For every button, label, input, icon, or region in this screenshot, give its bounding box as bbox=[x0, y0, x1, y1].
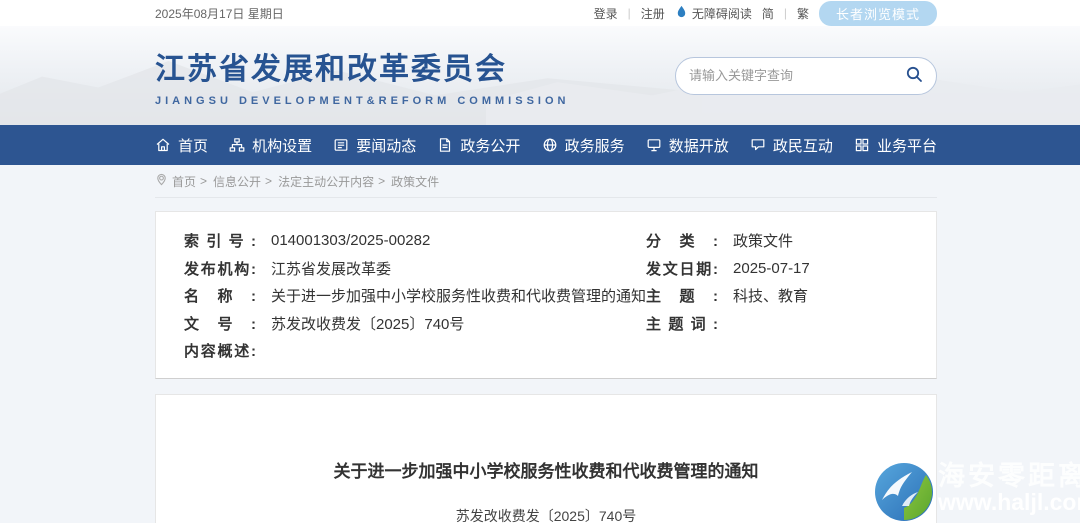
meta-label: 名称: bbox=[184, 288, 256, 306]
meta-row-category: 分类: 政策文件 bbox=[646, 227, 938, 255]
meta-value: 关于进一步加强中小学校服务性收费和代收费管理的通知 bbox=[271, 288, 647, 306]
search-icon bbox=[905, 65, 923, 86]
meta-row-agency: 发布机构: 江苏省发展改革委 bbox=[184, 255, 646, 283]
meta-label: 分类: bbox=[646, 233, 719, 251]
nav-item-data[interactable]: 数据开放 bbox=[646, 135, 729, 156]
nav-item-service[interactable]: 政务服务 bbox=[542, 135, 625, 156]
document-meta-card: 索引号: 014001303/2025-00282 发布机构: 江苏省发展改革委… bbox=[155, 211, 937, 379]
site-logo[interactable]: 江苏省发展和改革委员会 JIANGSU DEVELOPMENT&REFORM C… bbox=[155, 44, 569, 107]
meta-row-index: 索引号: 014001303/2025-00282 bbox=[184, 227, 646, 255]
meta-row-title: 名称: 关于进一步加强中小学校服务性收费和代收费管理的通知 bbox=[184, 282, 646, 310]
nav-label: 政民互动 bbox=[772, 137, 833, 155]
nav-label: 业务平台 bbox=[876, 137, 937, 155]
news-icon bbox=[333, 137, 349, 153]
meta-row-keywords: 主题词: bbox=[646, 310, 938, 338]
elder-mode-button[interactable]: 长者浏览模式 bbox=[818, 0, 937, 26]
simplified-link[interactable]: 简 bbox=[762, 5, 774, 22]
search-button[interactable] bbox=[905, 65, 923, 86]
nav-label: 要闻动态 bbox=[356, 137, 417, 155]
nav-label: 政务服务 bbox=[564, 137, 625, 155]
watermark-name: 海安零距离 bbox=[938, 461, 1080, 491]
nav-label: 机构设置 bbox=[252, 137, 313, 155]
breadcrumb-item-home[interactable]: 首页 bbox=[172, 173, 196, 190]
main-nav: 首页 机构设置 要闻动态 政务公开 政务服务 数据开放 政民互动 业务平台 bbox=[0, 125, 1080, 165]
traditional-link[interactable]: 繁 bbox=[797, 5, 809, 22]
meta-label: 内容概述: bbox=[184, 343, 256, 361]
site-title: 江苏省发展和改革委员会 bbox=[155, 53, 507, 86]
nav-label: 首页 bbox=[178, 137, 209, 155]
meta-value: 科技、教育 bbox=[733, 288, 809, 306]
top-utility-bar: 2025年08月17日 星期日 登录 | 注册 无障碍阅读 简 | 繁 长者浏览… bbox=[0, 0, 1080, 26]
nav-item-disclosure[interactable]: 政务公开 bbox=[437, 135, 520, 156]
nav-item-interaction[interactable]: 政民互动 bbox=[750, 135, 833, 156]
home-icon bbox=[155, 137, 171, 153]
nav-label: 数据开放 bbox=[668, 137, 729, 155]
site-subtitle: JIANGSU DEVELOPMENT&REFORM COMMISSION bbox=[155, 95, 570, 107]
meta-label: 发布机构: bbox=[184, 260, 256, 278]
nav-item-home[interactable]: 首页 bbox=[155, 135, 208, 156]
breadcrumb: 首页 > 信息公开 > 法定主动公开内容 > 政策文件 bbox=[155, 165, 937, 198]
meta-label: 索引号: bbox=[184, 233, 256, 251]
nav-item-org[interactable]: 机构设置 bbox=[229, 135, 312, 156]
accessibility-label: 无障碍阅读 bbox=[691, 6, 752, 21]
accessibility-icon bbox=[675, 5, 688, 21]
meta-row-subject: 主题: 科技、教育 bbox=[646, 282, 938, 310]
login-link[interactable]: 登录 bbox=[594, 5, 618, 22]
meta-value: 政策文件 bbox=[733, 233, 794, 251]
meta-label: 主题词: bbox=[646, 315, 719, 333]
globe-icon bbox=[542, 137, 558, 153]
breadcrumb-item-policy[interactable]: 政策文件 bbox=[391, 173, 439, 190]
breadcrumb-item-info[interactable]: 信息公开 bbox=[213, 173, 261, 190]
location-icon bbox=[155, 173, 168, 189]
breadcrumb-item-legal[interactable]: 法定主动公开内容 bbox=[278, 173, 374, 190]
accessibility-link[interactable]: 无障碍阅读 bbox=[675, 5, 752, 22]
search-input[interactable] bbox=[689, 68, 905, 83]
meta-value: 014001303/2025-00282 bbox=[271, 232, 431, 250]
meta-value: 苏发改收费发〔2025〕740号 bbox=[271, 315, 465, 333]
article-title: 关于进一步加强中小学校服务性收费和代收费管理的通知 bbox=[333, 461, 759, 481]
grid-icon bbox=[854, 137, 870, 153]
nav-item-platform[interactable]: 业务平台 bbox=[854, 135, 937, 156]
separator: | bbox=[783, 6, 787, 20]
current-date: 2025年08月17日 星期日 bbox=[155, 6, 284, 21]
document-icon bbox=[437, 137, 453, 153]
article-card: 关于进一步加强中小学校服务性收费和代收费管理的通知 苏发改收费发〔2025〕74… bbox=[155, 393, 937, 523]
breadcrumb-separator: > bbox=[265, 174, 273, 188]
register-link[interactable]: 注册 bbox=[641, 5, 665, 22]
nav-item-news[interactable]: 要闻动态 bbox=[333, 135, 416, 156]
meta-row-summary: 内容概述: bbox=[184, 337, 646, 365]
meta-label: 发文日期: bbox=[646, 260, 719, 278]
separator: | bbox=[627, 6, 631, 20]
article-doc-number: 苏发改收费发〔2025〕740号 bbox=[455, 507, 637, 523]
meta-row-date: 发文日期: 2025-07-17 bbox=[646, 255, 938, 283]
search-box[interactable] bbox=[675, 56, 937, 95]
meta-label: 主题: bbox=[646, 288, 719, 306]
breadcrumb-separator: > bbox=[378, 174, 386, 188]
chat-icon bbox=[750, 137, 766, 153]
monitor-icon bbox=[646, 137, 662, 153]
meta-row-docnum: 文号: 苏发改收费发〔2025〕740号 bbox=[184, 310, 646, 338]
meta-value: 2025-07-17 bbox=[733, 259, 810, 277]
org-chart-icon bbox=[229, 137, 245, 153]
meta-label: 文号: bbox=[184, 315, 256, 333]
watermark-url: www.haljl.com bbox=[938, 489, 1080, 516]
meta-value: 江苏省发展改革委 bbox=[271, 260, 392, 278]
nav-label: 政务公开 bbox=[460, 137, 521, 155]
header-banner: 江苏省发展和改革委员会 JIANGSU DEVELOPMENT&REFORM C… bbox=[0, 26, 1080, 125]
breadcrumb-separator: > bbox=[200, 174, 208, 188]
